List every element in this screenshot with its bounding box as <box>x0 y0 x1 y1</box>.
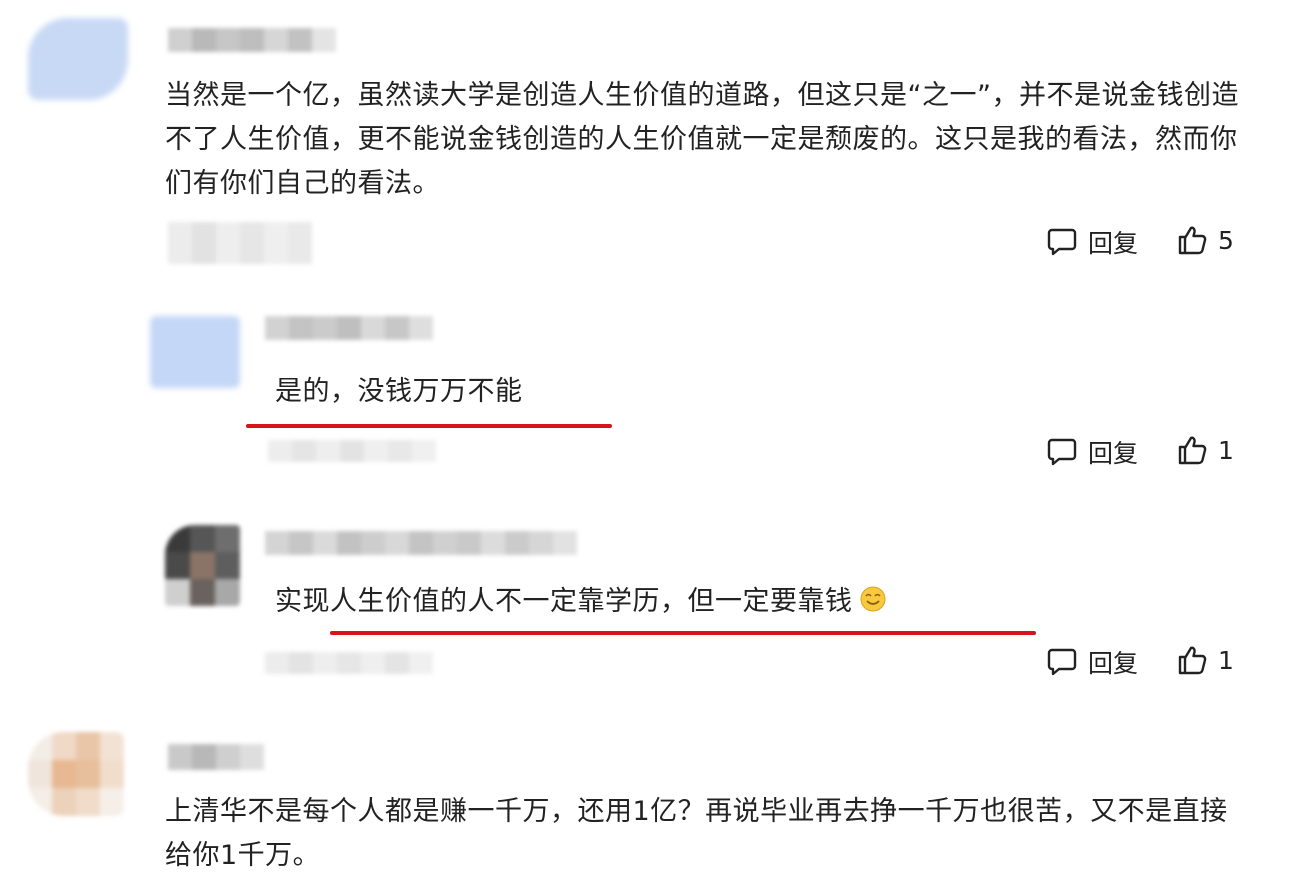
comment-text: 是的，没钱万万不能 <box>275 376 523 407</box>
avatar[interactable] <box>165 525 240 606</box>
like-count: 1 <box>1218 435 1234 465</box>
reply-label: 回复 <box>1088 649 1139 678</box>
highlight-underline <box>330 631 1036 635</box>
username-redacted[interactable] <box>265 316 433 340</box>
highlight-underline <box>246 424 612 428</box>
timestamp-redacted <box>265 652 433 674</box>
username-redacted[interactable] <box>168 28 336 52</box>
timestamp-redacted <box>168 222 312 264</box>
thumbs-up-icon <box>1178 226 1207 255</box>
comment-bubble-icon <box>1047 228 1077 256</box>
comment-text: 实现人生价值的人不一定靠学历，但一定要靠钱 <box>275 580 975 624</box>
avatar[interactable] <box>28 18 128 100</box>
thumbs-up-icon <box>1178 436 1207 465</box>
like-button[interactable]: 1 <box>1176 644 1234 676</box>
avatar[interactable] <box>28 732 124 816</box>
comment-bubble-icon <box>1047 438 1077 466</box>
reply-label: 回复 <box>1088 439 1139 468</box>
like-button[interactable]: 5 <box>1176 224 1234 256</box>
username-redacted[interactable] <box>265 531 577 555</box>
timestamp-redacted <box>268 440 436 462</box>
like-count: 1 <box>1218 645 1234 675</box>
reply-button[interactable]: 回复 <box>1046 224 1138 260</box>
reply-button[interactable]: 回复 <box>1046 434 1138 470</box>
comment-text-content: 实现人生价值的人不一定靠学历，但一定要靠钱 <box>275 586 853 617</box>
smiling-face-emoji <box>860 586 885 612</box>
like-count: 5 <box>1218 225 1234 255</box>
comment-text: 上清华不是每个人都是赚一千万，还用1亿？再说毕业再去挣一千万也很苦，又不是直接给… <box>165 796 1228 871</box>
username-redacted[interactable] <box>168 744 264 770</box>
comment-text: 当然是一个亿，虽然读大学是创造人生价值的道路，但这只是“之一”，并不是说金钱创造… <box>165 80 1239 199</box>
avatar[interactable] <box>150 316 240 388</box>
like-button[interactable]: 1 <box>1176 434 1234 466</box>
thumbs-up-icon <box>1178 646 1207 675</box>
reply-label: 回复 <box>1088 229 1139 258</box>
comment-bubble-icon <box>1047 648 1077 676</box>
reply-button[interactable]: 回复 <box>1046 644 1138 680</box>
